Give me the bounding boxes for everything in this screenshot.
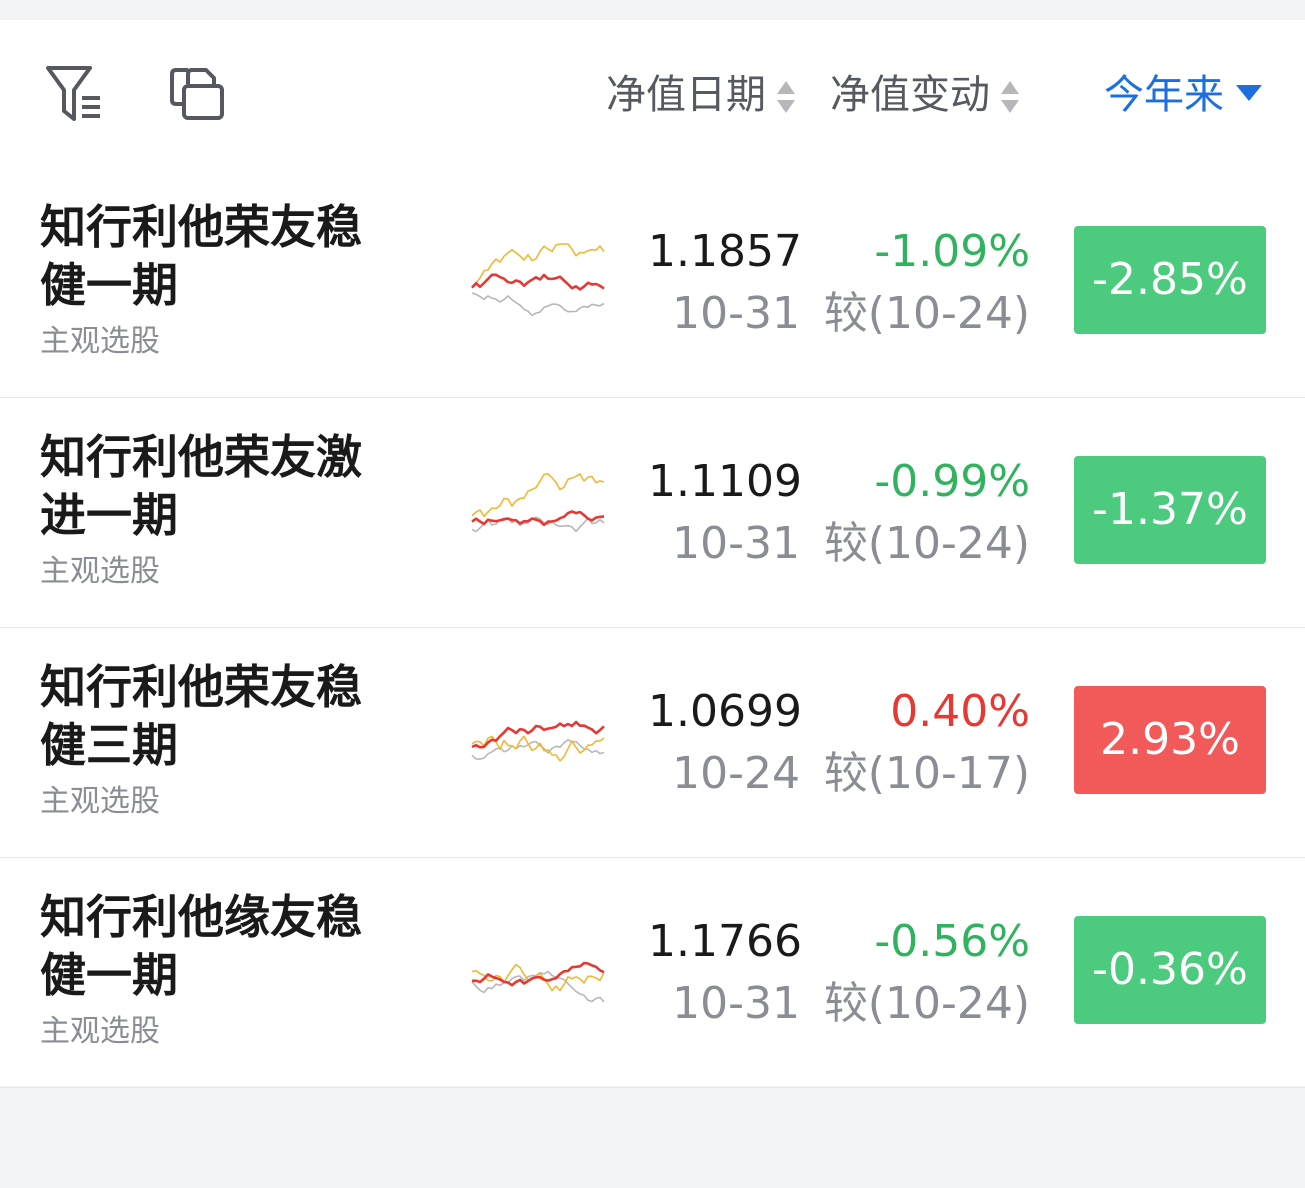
fund-name: 知行利他荣友稳健三期 — [40, 660, 362, 772]
fund-list: 知行利他荣友稳健一期 主观选股 1.1857 10-31 -1.09% 较(10… — [0, 168, 1305, 1088]
fund-list-panel: 净值日期 净值变动 今年来 知行利他荣友稳健一期 主观选股 1.1857 10-… — [0, 20, 1305, 1088]
nav-date: 10-31 — [672, 518, 800, 569]
nav-value: 1.1857 — [648, 226, 802, 277]
nav-change-reference-date: 较(10-24) — [823, 518, 1030, 569]
fund-row[interactable]: 知行利他荣友稳健三期 主观选股 1.0699 10-24 0.40% 较(10-… — [0, 628, 1305, 858]
fund-strategy-type: 主观选股 — [40, 324, 160, 359]
sort-by-nav-date[interactable]: 净值日期 — [606, 68, 796, 122]
nav-change-reference-date: 较(10-24) — [823, 978, 1030, 1029]
fund-list-screen: 净值日期 净值变动 今年来 知行利他荣友稳健一期 主观选股 1.1857 10-… — [0, 0, 1305, 1188]
period-return-badge: -1.37% — [1074, 456, 1266, 564]
sparkline-benchmark-line — [471, 292, 605, 317]
fund-name: 知行利他荣友稳健一期 — [40, 200, 362, 312]
period-return-badge: -2.85% — [1074, 226, 1266, 334]
sort-arrows-icon — [776, 75, 796, 113]
nav-change-header-label: 净值变动 — [830, 72, 990, 118]
period-dropdown[interactable]: 今年来 — [1104, 68, 1262, 122]
fund-name: 知行利他缘友稳健一期 — [40, 890, 362, 1002]
fund-row[interactable]: 知行利他荣友稳健一期 主观选股 1.1857 10-31 -1.09% 较(10… — [0, 168, 1305, 398]
list-toolbar: 净值日期 净值变动 今年来 — [0, 20, 1305, 168]
nav-change-value: -1.09% — [874, 226, 1030, 277]
nav-change-value: 0.40% — [890, 686, 1030, 737]
sparkline-chart — [470, 238, 606, 322]
nav-change-value: -0.99% — [874, 456, 1030, 507]
nav-change-value: -0.56% — [874, 916, 1030, 967]
fund-name: 知行利他荣友激进一期 — [40, 430, 362, 542]
nav-value: 1.0699 — [648, 686, 802, 737]
filter-list-icon[interactable] — [44, 64, 106, 126]
nav-date: 10-31 — [672, 288, 800, 339]
sort-arrows-icon — [1000, 75, 1020, 113]
fund-strategy-type: 主观选股 — [40, 1014, 160, 1049]
sort-by-nav-change[interactable]: 净值变动 — [830, 68, 1020, 122]
sparkline-chart — [470, 928, 606, 1012]
nav-date: 10-24 — [672, 748, 800, 799]
fund-row[interactable]: 知行利他荣友激进一期 主观选股 1.1109 10-31 -0.99% 较(10… — [0, 398, 1305, 628]
nav-change-reference-date: 较(10-24) — [823, 288, 1030, 339]
fund-row[interactable]: 知行利他缘友稳健一期 主观选股 1.1766 10-31 -0.56% 较(10… — [0, 858, 1305, 1088]
sparkline-chart — [470, 468, 606, 552]
sparkline-index-line — [471, 473, 605, 518]
compare-copy-icon[interactable] — [166, 64, 228, 126]
nav-date-header-label: 净值日期 — [606, 72, 766, 118]
fund-strategy-type: 主观选股 — [40, 784, 160, 819]
nav-change-reference-date: 较(10-17) — [823, 748, 1030, 799]
period-return-badge: -0.36% — [1074, 916, 1266, 1024]
sparkline-chart — [470, 698, 606, 782]
fund-strategy-type: 主观选股 — [40, 554, 160, 589]
nav-value: 1.1766 — [648, 916, 802, 967]
sparkline-fund-line — [471, 273, 605, 291]
period-label: 今年来 — [1104, 72, 1224, 118]
nav-value: 1.1109 — [648, 456, 802, 507]
period-return-badge: 2.93% — [1074, 686, 1266, 794]
sparkline-index-line — [471, 243, 605, 289]
nav-date: 10-31 — [672, 978, 800, 1029]
caret-down-icon — [1236, 85, 1262, 101]
